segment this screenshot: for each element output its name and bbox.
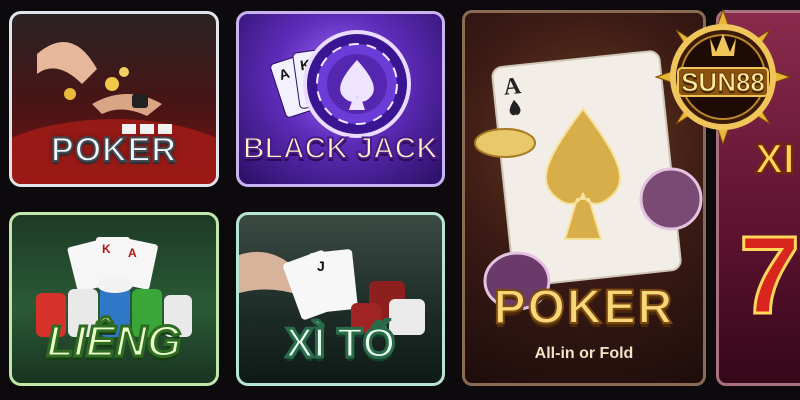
- game-tile-xito[interactable]: J XÌ TỐ: [236, 212, 445, 386]
- sun88-logo: SUN88: [654, 8, 792, 146]
- svg-text:7: 7: [739, 214, 800, 337]
- game-tile-poker[interactable]: POKER: [9, 11, 219, 187]
- logo-text: SUN88: [681, 67, 766, 98]
- game-label: POKER: [50, 130, 177, 170]
- game-subtitle: All-in or Fold: [534, 345, 634, 362]
- svg-text:A: A: [128, 246, 137, 260]
- svg-text:J: J: [317, 258, 325, 274]
- game-label: LIÊNG: [45, 316, 182, 368]
- game-label: BLACK JACK: [242, 131, 439, 166]
- game-label: POKER: [493, 280, 675, 335]
- svg-text:A: A: [502, 73, 523, 101]
- playing-card-icon: J: [283, 249, 358, 320]
- svg-text:K: K: [102, 242, 111, 256]
- game-label: XÌ TỐ: [284, 318, 397, 368]
- game-tile-lieng[interactable]: K A LIÊNG: [9, 212, 219, 386]
- game-tile-blackjack[interactable]: A K BLACK JACK: [236, 11, 445, 187]
